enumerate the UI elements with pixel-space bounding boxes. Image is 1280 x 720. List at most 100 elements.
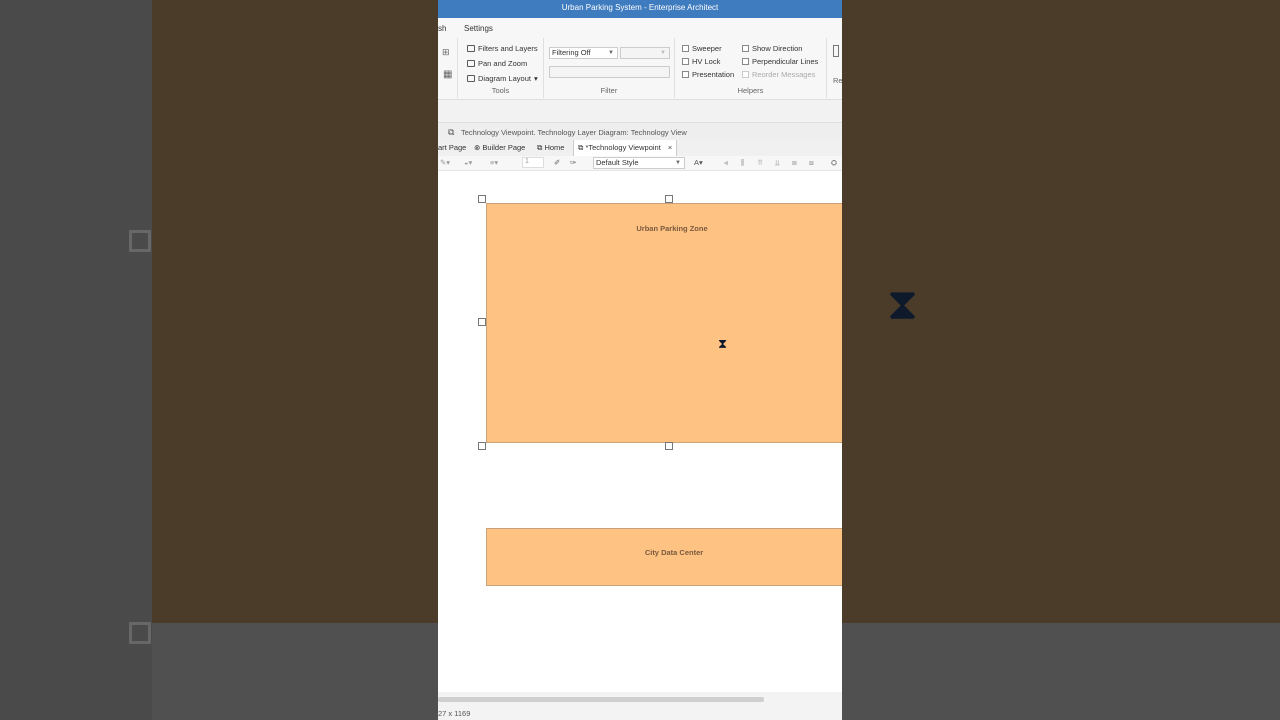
filter-select-dropdown[interactable]: ▼ [620,47,670,59]
same-height-icon[interactable]: ⧇ [809,158,814,168]
resize-handle-middle-left[interactable] [478,318,486,326]
checkbox-icon [682,45,689,52]
filter-mode-dropdown[interactable]: Filtering Off ▼ [549,47,618,59]
filter-group-label: Filter [600,86,618,95]
tab-label: Home [544,143,565,152]
diagram-canvas[interactable]: Urban Parking Zone ⧗ City Data Center [438,171,842,692]
horizontal-scrollbar[interactable] [438,692,842,706]
grid-icon[interactable]: ⊞ [442,47,450,58]
align-center-icon[interactable]: ⫼ [741,158,744,168]
tab-builder-page[interactable]: ⊗ Builder Page [474,140,525,156]
pen-icon[interactable]: ✑ [570,158,576,167]
diagram-icon: ⧉ [578,143,584,152]
ribbon-group-helpers: Sweeper HV Lock Presentation Show Direct… [675,38,827,98]
line-width-input[interactable]: 1 [522,157,544,168]
tab-home[interactable]: ⧉ Home [537,140,564,156]
menu-item-settings[interactable]: Settings [464,24,493,33]
diagram-element-city-data-center[interactable]: City Data Center [486,528,842,586]
filter-layers-icon [467,45,475,52]
align-top-icon[interactable]: ⫪ [758,158,762,168]
format-painter-icon[interactable]: ✐ [554,158,560,167]
ribbon-group-partial: ⊞ ▦ [438,38,458,98]
hourglass-cursor-icon: ⧗ [887,280,918,329]
tab-label: art Page [438,143,467,152]
scrollbar-thumb[interactable] [438,697,764,702]
resize-handle-top-center[interactable] [665,195,673,203]
chevron-down-icon: ▼ [660,50,666,56]
blurred-handle-icon [129,230,151,252]
enterprise-architect-window: Urban Parking System - Enterprise Archit… [438,0,842,720]
checkbox-icon [742,71,749,78]
background-left [0,0,438,720]
ribbon-group-filter: Filtering Off ▼ ▼ Filter [544,38,675,98]
style-dropdown[interactable]: Default Style ▼ [593,157,685,169]
builder-icon: ⊗ [474,143,481,152]
filter-text-input[interactable] [549,66,670,78]
home-diagram-icon: ⧉ [537,143,543,152]
ribbon: ⊞ ▦ Filters and Layers Pan and Zoom Diag… [438,38,842,100]
breadcrumb: ⧉ Technology Viewpoint. Technology Layer… [438,122,842,140]
element-label: Urban Parking Zone [636,224,708,233]
document-tabs: art Page ⊗ Builder Page ⧉ Home ⧉ *Techno… [438,140,842,156]
more-tools-icon[interactable]: ⛭ [831,158,837,168]
pan-zoom-icon [467,60,475,67]
background-strip [0,0,152,720]
breadcrumb-text: Technology Viewpoint. Technology Layer D… [461,128,687,137]
style-value: Default Style [596,158,639,167]
checkbox-icon [742,58,749,65]
tab-label: *Technology Viewpoint [585,143,661,152]
perpendicular-lines-checkbox[interactable]: Perpendicular Lines [742,57,818,66]
checkbox-icon [742,45,749,52]
partial-group-label: Re [833,76,842,85]
menu-item-partial[interactable]: sh [438,24,446,33]
document-icon[interactable] [833,45,839,57]
diagram-layout-button[interactable]: Diagram Layout ▾ [467,74,538,83]
line-color-icon[interactable]: ✎▾ [440,158,450,167]
hv-lock-checkbox[interactable]: HV Lock [682,57,720,66]
background-right: ⧗ [842,0,1280,720]
ribbon-spacer [438,100,842,122]
align-left-icon[interactable]: ⫷ [724,158,728,168]
diagram-size-readout: 27 x 1169 [438,709,471,718]
resize-handle-bottom-left[interactable] [478,442,486,450]
line-width-value: 1 [525,158,529,165]
diagram-element-urban-parking-zone[interactable]: Urban Parking Zone [486,203,842,443]
filters-and-layers-label: Filters and Layers [478,44,538,53]
fill-color-icon[interactable]: ◒▾ [464,158,472,167]
line-style-icon[interactable]: ≡▾ [490,158,498,167]
element-label: City Data Center [644,548,704,557]
title-bar: Urban Parking System - Enterprise Archit… [438,0,842,18]
sweeper-checkbox[interactable]: Sweeper [682,44,722,53]
presentation-checkbox[interactable]: Presentation [682,70,734,79]
chevron-down-icon: ▼ [608,50,614,56]
close-icon[interactable]: × [668,143,672,152]
resize-handle-bottom-center[interactable] [665,442,673,450]
chevron-down-icon: ▾ [533,74,538,83]
checkbox-icon [682,58,689,65]
resize-handle-top-left[interactable] [478,195,486,203]
ribbon-group-tools: Filters and Layers Pan and Zoom Diagram … [458,38,544,98]
reorder-messages-checkbox: Reorder Messages [742,70,815,79]
same-width-icon[interactable]: ⧈ [792,158,797,168]
tab-start-page[interactable]: art Page [438,140,466,156]
helpers-group-label: Helpers [737,86,764,95]
diagram-layout-label: Diagram Layout [478,74,531,83]
tools-group-label: Tools [491,86,510,95]
filters-and-layers-button[interactable]: Filters and Layers [467,44,538,53]
align-bottom-icon[interactable]: ⫫ [775,158,779,168]
table-icon[interactable]: ▦ [443,69,452,80]
show-direction-checkbox[interactable]: Show Direction [742,44,802,53]
diagram-toolbar: ✎▾ ◒▾ ≡▾ 1 ✐ ✑ Default Style ▼ A▾ ⫷ ⫼ ⫪ … [438,156,842,171]
pan-and-zoom-button[interactable]: Pan and Zoom [467,59,527,68]
tab-technology-viewpoint[interactable]: ⧉ *Technology Viewpoint × [573,140,678,156]
status-bar: 27 x 1169 [438,706,842,720]
chevron-down-icon: ▼ [675,160,681,166]
layout-icon [467,75,475,82]
pan-and-zoom-label: Pan and Zoom [478,59,528,68]
hv-lock-label: HV Lock [692,57,721,66]
tab-label: Builder Page [482,143,526,152]
checkbox-icon [682,71,689,78]
font-icon[interactable]: A▾ [694,158,703,167]
menu-bar: sh Settings [438,18,842,38]
filter-mode-value: Filtering Off [552,48,591,57]
